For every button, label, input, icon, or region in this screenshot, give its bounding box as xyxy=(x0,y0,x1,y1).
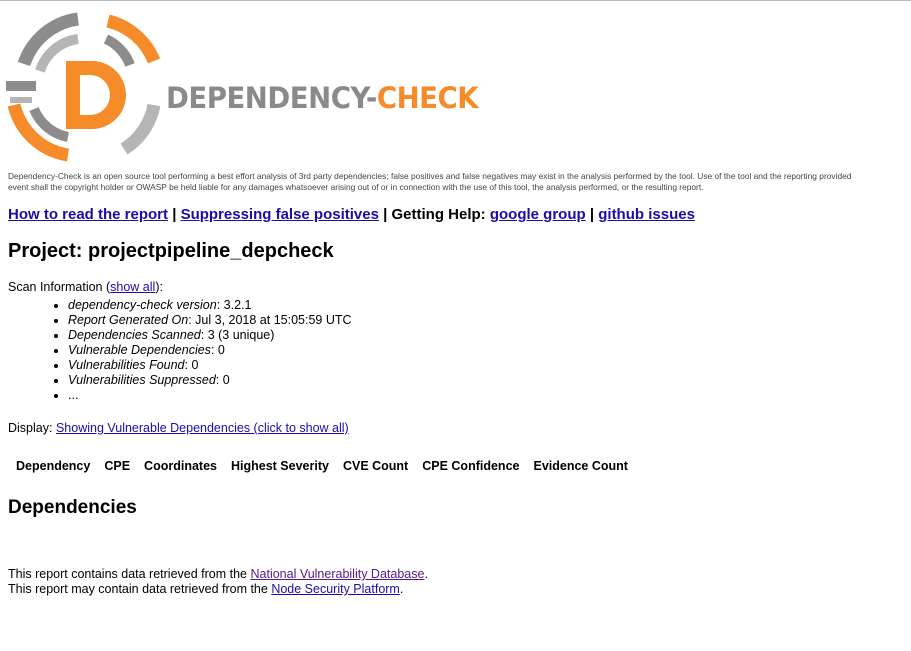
help-links-bar: How to read the report | Suppressing fal… xyxy=(8,206,695,223)
national-vulnerability-database-link[interactable]: National Vulnerability Database xyxy=(251,567,425,581)
list-item: Vulnerabilities Suppressed: 0 xyxy=(68,373,352,388)
wordmark-dependency: DEPENDENCY- xyxy=(166,81,377,115)
page-title: Project: projectpipeline_depcheck xyxy=(8,240,334,262)
disclaimer-line-1: Dependency-Check is an open source tool … xyxy=(8,171,852,181)
separator: | xyxy=(172,206,177,223)
footer-line-1: This report contains data retrieved from… xyxy=(8,567,428,582)
dependencies-heading: Dependencies xyxy=(8,497,137,518)
suppressing-false-positives-link[interactable]: Suppressing false positives xyxy=(181,206,379,223)
scan-info-key: Report Generated On xyxy=(68,313,189,327)
scan-info-label-text: Scan Information ( xyxy=(8,280,111,294)
scan-information-list: dependency-check version: 3.2.1 Report G… xyxy=(50,298,352,403)
wordmark-check: CHECK xyxy=(376,81,479,115)
display-filter: Display: Showing Vulnerable Dependencies… xyxy=(8,421,349,435)
scan-info-key: Vulnerabilities Suppressed xyxy=(68,373,216,387)
dependencies-summary-table: Dependency CPE Coordinates Highest Sever… xyxy=(8,456,635,476)
list-item: ... xyxy=(68,388,352,403)
column-header-highest-severity[interactable]: Highest Severity xyxy=(224,456,336,476)
google-group-link[interactable]: google group xyxy=(490,206,586,223)
scan-info-value: : 0 xyxy=(215,373,230,387)
footer: This report contains data retrieved from… xyxy=(8,567,428,597)
dependency-check-wordmark: DEPENDENCY-CHECK xyxy=(166,81,479,115)
node-security-platform-link[interactable]: Node Security Platform xyxy=(271,582,400,596)
table-header-row: Dependency CPE Coordinates Highest Sever… xyxy=(8,456,635,476)
dependency-check-logo-icon xyxy=(6,12,160,162)
toggle-vulnerable-dependencies-link[interactable]: Showing Vulnerable Dependencies (click t… xyxy=(56,421,349,435)
column-header-cve-count[interactable]: CVE Count xyxy=(336,456,415,476)
scan-info-value: : 0 xyxy=(210,343,225,357)
scan-info-value: : Jul 3, 2018 at 15:05:59 UTC xyxy=(188,313,352,327)
scan-info-value: : 0 xyxy=(184,358,199,372)
list-item: Dependencies Scanned: 3 (3 unique) xyxy=(68,328,352,343)
list-item: Report Generated On: Jul 3, 2018 at 15:0… xyxy=(68,313,352,328)
scan-info-key: Vulnerable Dependencies xyxy=(68,343,211,357)
github-issues-link[interactable]: github issues xyxy=(598,206,695,223)
show-all-scan-info-link[interactable]: show all xyxy=(110,280,155,294)
how-to-read-report-link[interactable]: How to read the report xyxy=(8,206,168,223)
separator: | xyxy=(383,206,388,223)
scan-info-key: dependency-check version xyxy=(68,298,217,312)
list-item: Vulnerable Dependencies: 0 xyxy=(68,343,352,358)
column-header-cpe[interactable]: CPE xyxy=(97,456,137,476)
separator: | xyxy=(589,206,595,223)
scan-info-label-end: ): xyxy=(155,280,163,294)
scan-info-value: ... xyxy=(68,388,79,402)
scan-information-label: Scan Information (show all): xyxy=(8,280,163,294)
footer-text: This report contains data retrieved from… xyxy=(8,567,248,581)
disclaimer: Dependency-Check is an open source tool … xyxy=(8,171,911,192)
column-header-cpe-confidence[interactable]: CPE Confidence xyxy=(415,456,526,476)
footer-text: This report may contain data retrieved f… xyxy=(8,582,268,596)
list-item: dependency-check version: 3.2.1 xyxy=(68,298,352,313)
scan-info-value: : 3.2.1 xyxy=(216,298,252,312)
footer-line-2: This report may contain data retrieved f… xyxy=(8,582,428,597)
footer-period: . xyxy=(424,567,428,581)
display-label: Display: xyxy=(8,421,53,435)
list-item: Vulnerabilities Found: 0 xyxy=(68,358,352,373)
footer-period: . xyxy=(399,582,404,596)
scan-info-key: Vulnerabilities Found xyxy=(68,358,185,372)
scan-info-key: Dependencies Scanned xyxy=(68,328,201,342)
scan-info-value: : 3 (3 unique) xyxy=(200,328,275,342)
column-header-dependency[interactable]: Dependency xyxy=(8,456,97,476)
disclaimer-line-2: event shall the copyright holder or OWAS… xyxy=(8,181,704,192)
column-header-coordinates[interactable]: Coordinates xyxy=(137,456,224,476)
column-header-evidence-count[interactable]: Evidence Count xyxy=(526,456,634,476)
getting-help-label: Getting Help: xyxy=(391,206,486,223)
